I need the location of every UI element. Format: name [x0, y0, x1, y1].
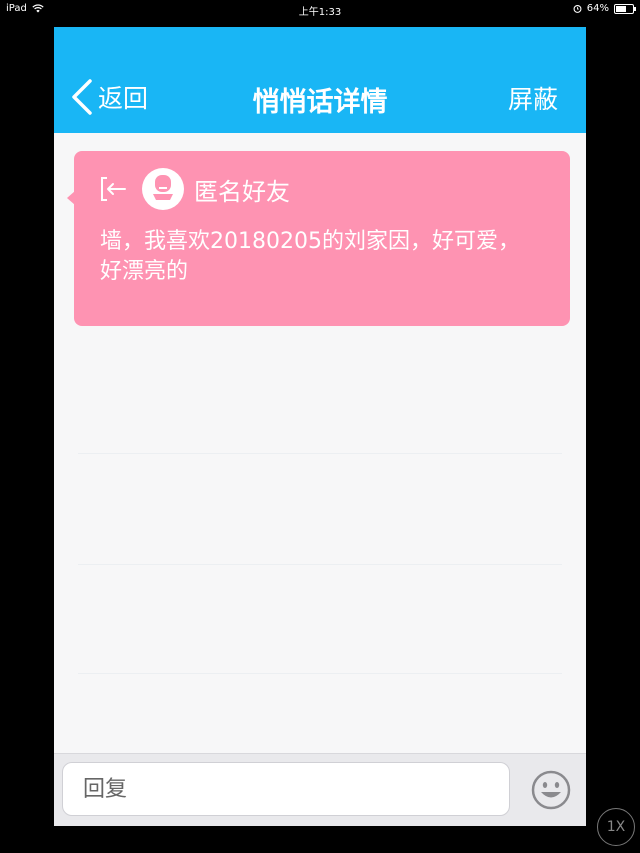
emoji-icon[interactable]: [530, 769, 572, 811]
card-tail: [67, 191, 75, 205]
list-divider: [78, 564, 562, 565]
list-divider: [78, 673, 562, 674]
message-card: 匿名好友 墙，我喜欢20180205的刘家因，好可爱，好漂亮的: [67, 151, 570, 326]
nav-bar: 返回 悄悄话详情 屏蔽: [54, 27, 586, 133]
list-divider: [78, 453, 562, 454]
alarm-icon: [573, 4, 582, 13]
battery-icon: [614, 3, 636, 14]
page-title: 悄悄话详情: [252, 87, 388, 118]
reply-input[interactable]: [62, 762, 510, 816]
status-bar: iPad 上午1:33 64%: [0, 0, 640, 18]
sender-name: 匿名好友: [194, 177, 290, 206]
anonymous-avatar-icon: [142, 168, 184, 210]
avatar-glyph: [153, 175, 173, 200]
app-window: 返回 悄悄话详情 屏蔽 匿名好友 墙，我喜欢20180205的刘家因，好可爱，好…: [54, 27, 586, 826]
status-time: 上午1:33: [298, 7, 342, 18]
status-right: 64%: [573, 3, 636, 14]
battery-percent: 64%: [586, 3, 609, 14]
block-button[interactable]: 屏蔽: [508, 80, 558, 116]
reply-bar: [54, 753, 586, 826]
exit-arrow-icon: [101, 177, 126, 201]
message-header: 匿名好友: [98, 168, 290, 210]
message-text: 墙，我喜欢20180205的刘家因，好可爱，好漂亮的: [100, 229, 520, 284]
zoom-toggle-button[interactable]: 1X: [597, 808, 635, 846]
